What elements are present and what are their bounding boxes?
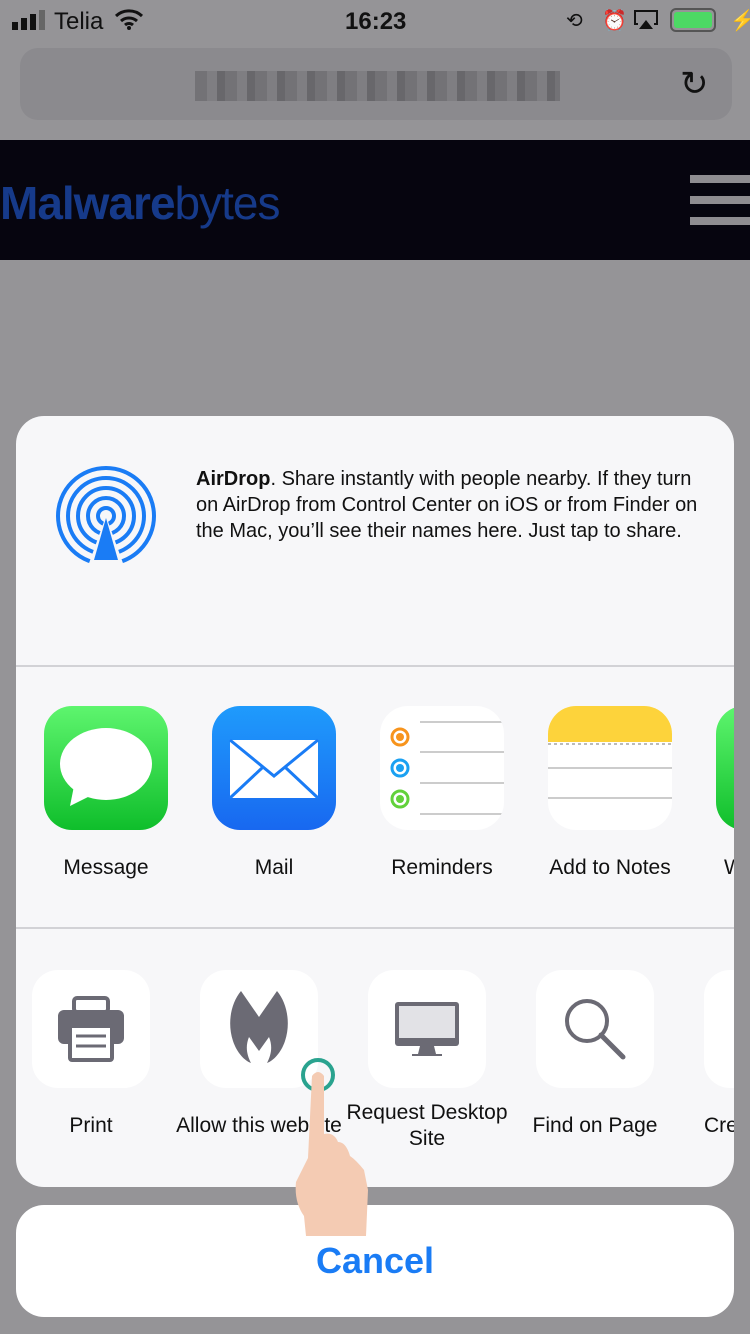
desktop-icon	[368, 970, 486, 1088]
rotation-lock-icon: ⟲	[566, 10, 583, 32]
app-notes[interactable]: Add to Notes	[548, 706, 672, 880]
url-text-redacted	[195, 71, 560, 101]
notes-icon	[548, 706, 672, 830]
app-icon	[716, 706, 734, 830]
message-icon	[44, 706, 168, 830]
reload-icon[interactable]: ↻	[680, 64, 709, 104]
wifi-icon	[114, 9, 144, 30]
action-label: Cre	[704, 1114, 734, 1137]
clock: 16:23	[345, 8, 407, 35]
app-label: Add to Notes	[549, 856, 671, 879]
action-request-desktop-site[interactable]: Request Desktop Site	[346, 970, 508, 1154]
print-icon	[32, 970, 150, 1088]
battery-icon	[670, 8, 716, 32]
airdrop-icon	[56, 466, 156, 566]
reminders-icon	[380, 706, 504, 830]
action-print[interactable]: Print	[32, 970, 150, 1154]
divider	[16, 927, 734, 929]
app-partial[interactable]: W	[716, 706, 734, 880]
action-find-on-page[interactable]: Find on Page	[533, 970, 657, 1154]
malwarebytes-logo[interactable]: Malwarebytes	[0, 176, 280, 230]
action-label: Print	[69, 1114, 113, 1137]
app-reminders[interactable]: Reminders	[380, 706, 504, 880]
action-label: Find on Page	[532, 1114, 658, 1137]
app-label: Mail	[254, 856, 294, 879]
action-icon	[704, 970, 734, 1088]
search-icon	[536, 970, 654, 1088]
alarm-icon: ⏰	[602, 10, 627, 32]
airplay-icon	[634, 10, 658, 29]
charging-icon: ⚡	[730, 10, 750, 32]
app-label: W	[724, 856, 734, 879]
action-partial[interactable]: Cre	[704, 970, 734, 1154]
app-mail[interactable]: Mail	[212, 706, 336, 880]
mail-icon	[212, 706, 336, 830]
signal-icon	[12, 10, 45, 30]
divider	[16, 665, 734, 667]
carrier: Telia	[54, 8, 104, 35]
app-label: Reminders	[391, 856, 493, 879]
site-header: Malwarebytes	[0, 140, 750, 260]
address-bar[interactable]: ↻	[20, 48, 732, 120]
airdrop-description: AirDrop. Share instantly with people nea…	[196, 468, 698, 542]
status-bar: Telia 16:23 ⟲ ⏰ ⚡	[0, 0, 750, 40]
app-message[interactable]: Message	[44, 706, 168, 880]
tap-gesture-hand-icon	[295, 1058, 368, 1236]
app-label: Message	[63, 856, 149, 879]
